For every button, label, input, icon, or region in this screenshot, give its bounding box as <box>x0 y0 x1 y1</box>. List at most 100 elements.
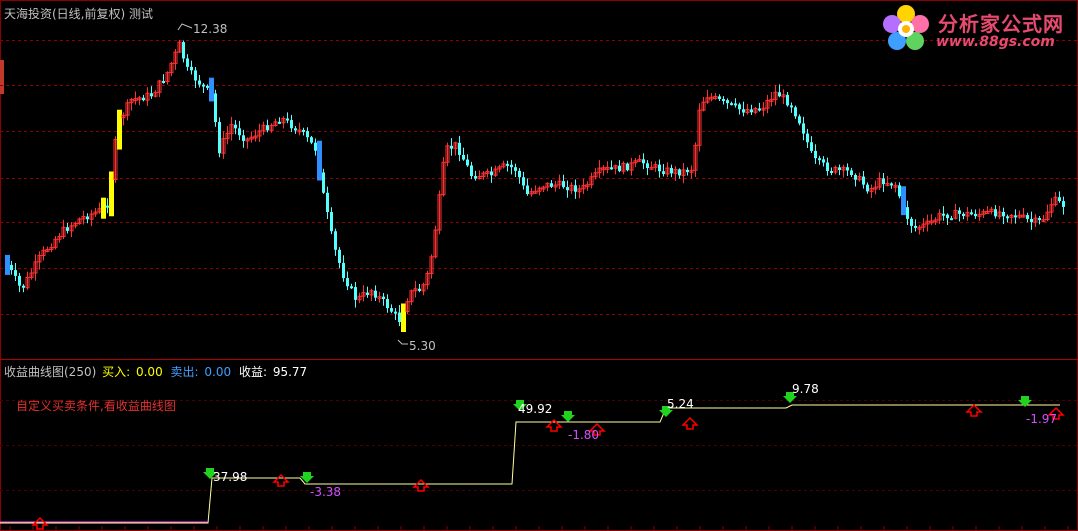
indicator-note: 自定义买卖条件,看收益曲线图 <box>16 399 176 413</box>
candle-body <box>142 97 145 101</box>
signal-bar <box>109 171 114 217</box>
candle-body <box>574 185 577 192</box>
profit-label-5: 5.24 <box>667 397 694 411</box>
site-logo: 分析家公式网 www.88gs.com <box>878 2 1074 54</box>
candle-body <box>1062 201 1065 207</box>
profit-label-4: -1.80 <box>568 428 600 442</box>
candle-body <box>334 231 337 250</box>
candle-body <box>786 94 789 106</box>
candle-body <box>626 163 629 171</box>
candle-body <box>854 174 857 180</box>
candle-body <box>470 165 473 177</box>
candle-body <box>386 298 389 309</box>
chart-title: 天海投资(日线,前复权) 测试 <box>4 7 153 21</box>
candle-body <box>186 58 189 67</box>
sell-value: 0.00 <box>204 365 232 379</box>
candle-body <box>314 142 317 151</box>
candle-body <box>1006 216 1009 219</box>
candle-body <box>342 262 345 279</box>
buy-label: 买入: <box>102 365 131 379</box>
candle-body <box>734 103 737 106</box>
candle-body <box>562 181 565 188</box>
candle-body <box>326 192 329 213</box>
candle-body <box>1002 212 1005 217</box>
candle-body <box>898 185 901 197</box>
candle-body <box>510 164 513 168</box>
profit-label-3: 49.92 <box>518 402 553 416</box>
candle-body <box>86 216 89 220</box>
signal-bar <box>401 303 406 333</box>
candle-body <box>418 288 421 291</box>
candle-body <box>350 286 353 289</box>
candle-body <box>738 104 741 110</box>
flower-logo-icon <box>883 5 929 50</box>
candle-body <box>338 249 341 263</box>
candle-body <box>866 184 869 192</box>
candle-body <box>646 163 649 168</box>
candle-body <box>1038 218 1041 221</box>
candle-body <box>194 70 197 81</box>
candle-body <box>958 210 961 214</box>
candle-body <box>490 171 493 176</box>
candle-body <box>994 209 997 217</box>
signal-bar <box>101 197 106 219</box>
candle-body <box>366 292 369 295</box>
candle-body <box>22 285 25 288</box>
sell-label: 卖出: <box>170 365 199 379</box>
candle-body <box>758 108 761 111</box>
indicator-legend: 收益曲线图(250) 买入: 0.00 卖出: 0.00 收益: 95.77 <box>4 363 311 380</box>
candle-body <box>18 275 21 286</box>
chart-frame <box>0 0 1078 531</box>
profit-curve <box>0 404 1060 524</box>
candle-body <box>518 170 521 178</box>
candle-body <box>778 92 781 97</box>
candle-body <box>162 80 165 83</box>
candle-body <box>850 170 853 175</box>
candle-body <box>182 42 185 59</box>
candle-body <box>890 183 893 186</box>
candle-body <box>266 125 269 131</box>
candle-body <box>946 214 949 219</box>
candle-body <box>398 312 401 323</box>
buy-arrow-icon <box>272 473 290 487</box>
candle-body <box>66 227 69 231</box>
high-price-label: 12.38 <box>193 22 228 36</box>
signal-bar <box>5 254 10 275</box>
logo-url: www.88gs.com <box>936 34 1055 50</box>
buy-value: 0.00 <box>135 365 163 379</box>
candle-body <box>790 105 793 108</box>
candle-body <box>290 120 293 129</box>
candle-body <box>642 159 645 164</box>
profit-label-1: 37.98 <box>213 470 248 484</box>
candle-body <box>962 213 965 217</box>
candle-body <box>474 176 477 179</box>
buy-arrow-icon <box>412 478 430 492</box>
candle-body <box>686 169 689 173</box>
buy-arrow-icon <box>965 403 983 417</box>
candle-body <box>206 85 209 88</box>
candle-body <box>726 100 729 104</box>
candle-body <box>14 270 17 276</box>
profit-value: 95.77 <box>272 365 308 379</box>
candle-body <box>950 218 953 221</box>
candle-body <box>718 96 721 100</box>
candle-body <box>1026 215 1029 219</box>
candle-body <box>322 172 325 193</box>
candle-body <box>330 212 333 232</box>
candle-body <box>810 142 813 151</box>
logo-title: 分析家公式网 <box>938 12 1064 36</box>
candle-body <box>618 165 621 172</box>
candle-body <box>286 118 289 121</box>
candle-body <box>914 225 917 228</box>
chart-canvas[interactable] <box>0 0 1078 531</box>
candle-body <box>794 107 797 117</box>
candle-body <box>214 93 217 123</box>
candle-body <box>394 311 397 314</box>
candle-body <box>658 164 661 172</box>
candle-body <box>462 154 465 160</box>
chart-stage[interactable]: 天海投资(日线,前复权) 测试 分析家公式网 www.88gs.com 12.3… <box>0 0 1078 531</box>
candle-body <box>722 99 725 102</box>
candle-body <box>374 290 377 298</box>
candle-body <box>838 167 841 170</box>
profit-label-7: -1.97 <box>1026 412 1058 426</box>
